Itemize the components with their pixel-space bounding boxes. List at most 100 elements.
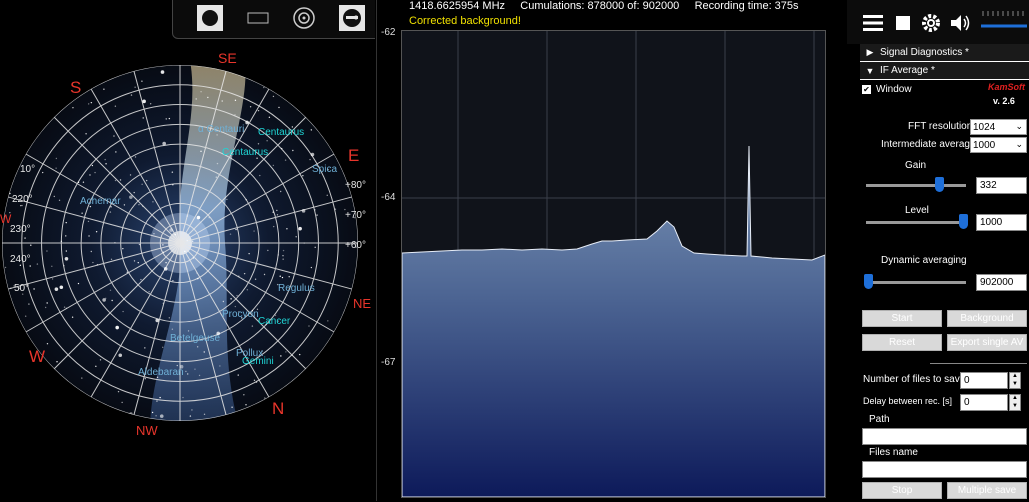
star-dot: [10, 287, 12, 289]
star-dot: [155, 415, 157, 417]
frequency-readout: 1418.6625954 MHz Cumulations: 878000 of:…: [409, 0, 799, 12]
target-view-button[interactable]: [291, 5, 317, 31]
window-checkbox[interactable]: ✔: [862, 85, 871, 94]
star-dot: [292, 149, 294, 152]
files-name-label: Files name: [869, 447, 918, 458]
rectangle-icon: [247, 12, 269, 24]
star-dot: [234, 99, 237, 102]
circle-view-button[interactable]: [197, 5, 223, 31]
star-dot: [96, 264, 99, 266]
star-dot: [197, 277, 199, 280]
settings-panel: ▶ Signal Diagnostics * ▼ IF Average * ✔ …: [860, 44, 1029, 501]
sky-chart[interactable]: [0, 0, 375, 501]
star-dot: [130, 94, 133, 96]
star-dot: [152, 201, 154, 203]
star-dot: [159, 414, 164, 418]
star-dot: [142, 99, 146, 104]
gain-slider-thumb[interactable]: [935, 177, 944, 192]
gain-value: 332: [980, 180, 997, 191]
intermediate-average-select[interactable]: 1000 ⌄: [970, 137, 1027, 153]
level-slider-thumb[interactable]: [959, 214, 968, 229]
star-dot: [230, 298, 232, 300]
stop-icon[interactable]: [891, 11, 915, 35]
star-dot: [65, 235, 67, 237]
level-slider-track[interactable]: [866, 221, 966, 224]
star-dot: [123, 204, 126, 206]
star-dot: [95, 230, 98, 233]
star-dot: [276, 214, 279, 216]
star-dot: [138, 243, 141, 246]
star-dot: [72, 107, 74, 109]
multiple-save-button[interactable]: Multiple save: [947, 482, 1027, 499]
telescope-button[interactable]: [339, 5, 365, 31]
star-dot: [159, 396, 161, 399]
star-dot: [145, 179, 148, 182]
chevron-down-icon: ⌄: [1015, 121, 1023, 131]
star-dot: [126, 271, 128, 274]
window-label: Window: [876, 84, 912, 95]
section-title: Signal Diagnostics *: [880, 47, 969, 58]
star-dot: [279, 190, 282, 193]
collapsed-arrow-icon: ▶: [866, 47, 874, 57]
export-single-av-button[interactable]: Export single AV: [947, 334, 1027, 351]
star-dot: [186, 239, 188, 242]
speaker-icon[interactable]: [948, 11, 972, 35]
star-dot: [187, 373, 189, 375]
star-dot: [189, 415, 192, 417]
star-dot: [56, 361, 58, 363]
star-dot: [196, 272, 198, 274]
star-dot: [142, 117, 144, 119]
star-dot: [122, 247, 124, 250]
star-dot: [314, 209, 316, 211]
files-name-input[interactable]: [862, 461, 1027, 478]
spectrum-plot[interactable]: [401, 30, 826, 498]
reset-button[interactable]: Reset: [862, 334, 942, 351]
star-dot: [110, 258, 113, 261]
intermediate-average-value: 1000: [973, 139, 996, 151]
menu-icon[interactable]: [861, 11, 885, 35]
star-dot: [245, 120, 249, 125]
delay-input[interactable]: 0: [960, 394, 1008, 411]
star-dot: [284, 159, 287, 161]
y-tick-label: -62: [381, 27, 396, 38]
star-dot: [109, 289, 112, 292]
star-dot: [122, 310, 124, 313]
dynamic-averaging-input[interactable]: 902000: [976, 274, 1027, 291]
path-input[interactable]: [862, 428, 1027, 445]
az-label-240: 240°: [10, 254, 31, 265]
star-dot: [24, 315, 27, 317]
files-to-save-input[interactable]: 0: [960, 372, 1008, 389]
star-dot: [77, 282, 80, 285]
section-signal-diagnostics[interactable]: ▶ Signal Diagnostics *: [860, 44, 1029, 61]
star-dot: [299, 353, 301, 356]
star-dot: [36, 263, 39, 265]
star-dot: [295, 236, 297, 238]
gear-icon[interactable]: [919, 11, 943, 35]
star-aldebaran: Aldebaran: [138, 367, 184, 378]
star-dot: [140, 278, 142, 281]
star-dot: [90, 101, 93, 104]
star-dot: [310, 152, 315, 157]
dynamic-averaging-slider-track[interactable]: [866, 281, 966, 284]
rect-view-button[interactable]: [245, 5, 271, 31]
dynamic-averaging-slider-thumb[interactable]: [864, 274, 873, 289]
compass-e: E: [348, 146, 360, 165]
start-button[interactable]: Start: [862, 310, 942, 327]
level-input[interactable]: 1000: [976, 214, 1027, 231]
delay-spinner[interactable]: ▲ ▼: [1009, 394, 1021, 411]
star-betelgeuse: Betelgeuse: [170, 333, 221, 344]
fft-resolution-select[interactable]: 1024 ⌄: [970, 119, 1027, 135]
background-button[interactable]: Background: [947, 310, 1027, 327]
volume-slider[interactable]: [981, 6, 1027, 38]
section-if-average[interactable]: ▼ IF Average *: [860, 62, 1029, 79]
gain-label: Gain: [905, 160, 927, 171]
files-to-save-spinner[interactable]: ▲ ▼: [1009, 372, 1021, 389]
gain-slider-track[interactable]: [866, 184, 966, 187]
star-dot: [89, 174, 91, 176]
star-dot: [235, 228, 237, 231]
gain-input[interactable]: 332: [976, 177, 1027, 194]
stop-button[interactable]: Stop: [862, 482, 942, 499]
star-dot: [129, 174, 132, 176]
star-dot: [229, 233, 232, 235]
star-dot: [94, 171, 96, 174]
